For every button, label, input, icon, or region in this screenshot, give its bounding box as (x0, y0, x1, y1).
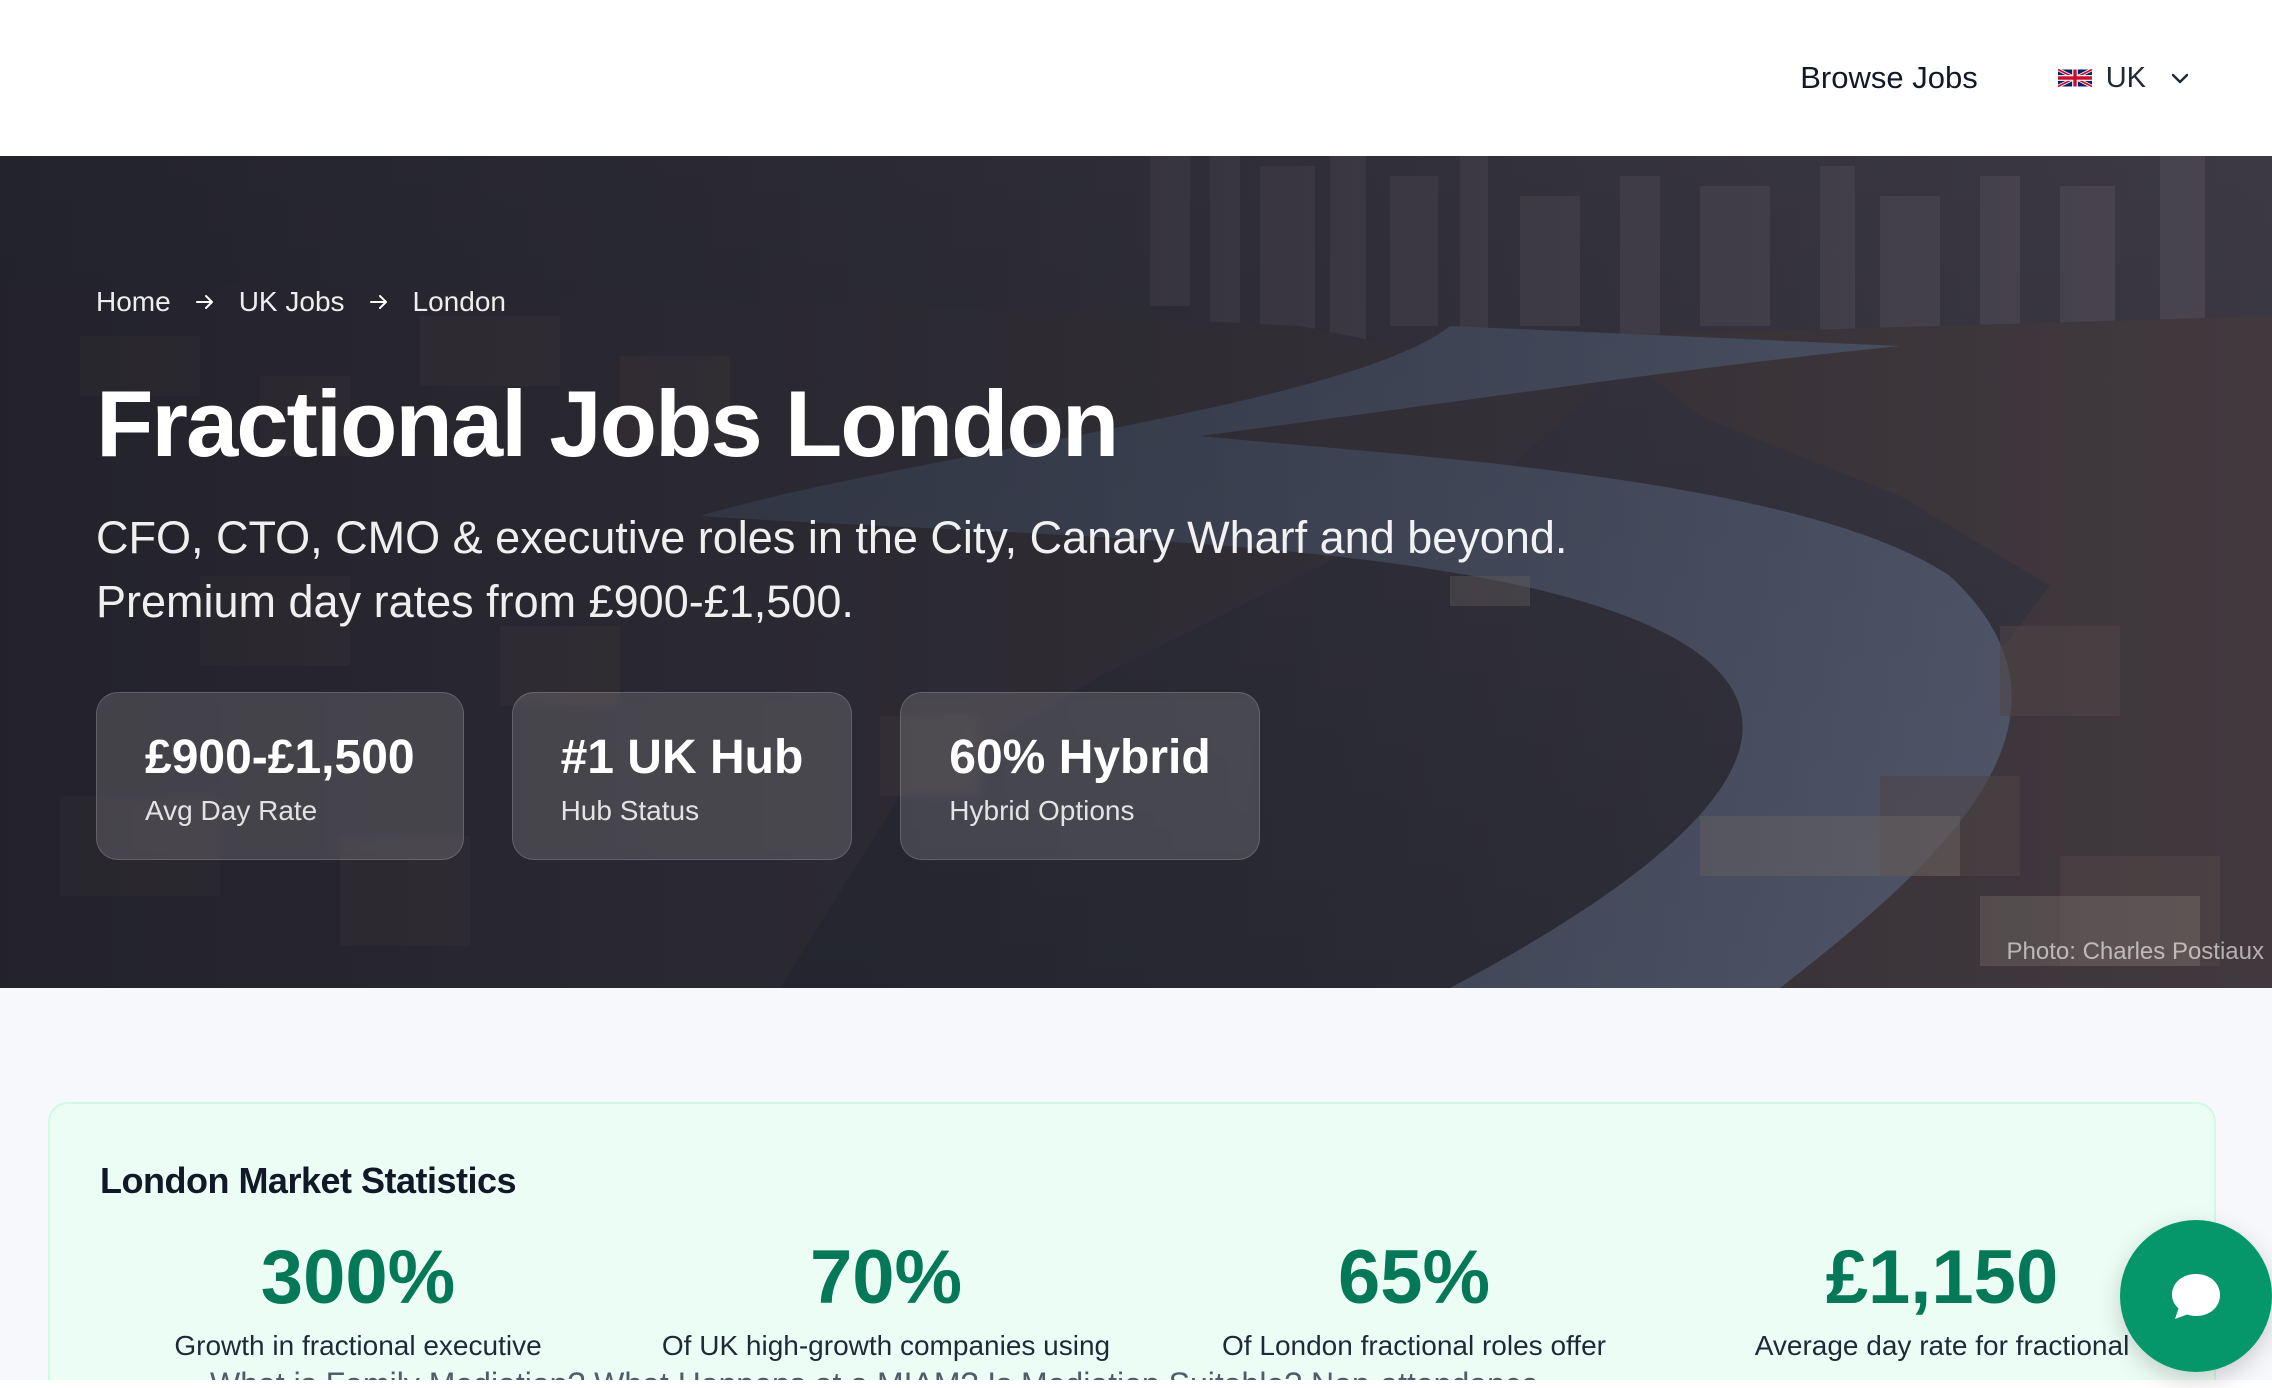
stat-card-day-rate: £900-£1,500 Avg Day Rate (96, 692, 464, 860)
stat-value: £900-£1,500 (145, 731, 415, 784)
photo-credit: Photo: Charles Postiaux (2006, 938, 2264, 965)
metric-description: Of UK high-growth companies using (661, 1330, 1111, 1361)
metric-description: Average day rate for fractional (1754, 1330, 2130, 1361)
metric-growth: 300% Growth in fractional executive (98, 1236, 618, 1362)
metric-value: 65% (1337, 1235, 1491, 1320)
stat-card-hybrid: 60% Hybrid Hybrid Options (900, 692, 1260, 860)
chat-bubble-icon (2172, 1274, 2220, 1319)
market-statistics-panel: London Market Statistics 300% Growth in … (48, 1102, 2216, 1388)
hero-subtitle-line-1: CFO, CTO, CMO & executive roles in the C… (96, 512, 1568, 563)
breadcrumb: Home UK Jobs London (96, 286, 506, 318)
locale-label: UK (2105, 61, 2146, 94)
bottom-edge (0, 1380, 2272, 1388)
metric-roles: 65% Of London fractional roles offer (1154, 1236, 1674, 1362)
top-nav: Browse Jobs UK (0, 0, 2272, 156)
breadcrumb-london: London (412, 286, 506, 317)
breadcrumb-home[interactable]: Home (96, 286, 171, 318)
chevron-down-icon (2171, 73, 2189, 84)
stat-label: Hybrid Options (949, 795, 1135, 826)
metric-description: Growth in fractional executive (174, 1330, 542, 1361)
metric-value: 300% (260, 1235, 456, 1320)
page: Browse Jobs UK Home UK Jobs London Fract… (0, 0, 2272, 1388)
chat-button[interactable] (2120, 1220, 2272, 1372)
arrow-right-icon (369, 295, 387, 309)
hero-stat-cards: £900-£1,500 Avg Day Rate #1 UK Hub Hub S… (96, 692, 1260, 860)
metric-value: 70% (809, 1235, 963, 1320)
hero-subtitle: CFO, CTO, CMO & executive roles in the C… (96, 506, 1696, 634)
market-statistics-title: London Market Statistics (100, 1160, 517, 1201)
stat-value: #1 UK Hub (560, 731, 804, 784)
arrow-right-icon (195, 295, 213, 309)
browse-jobs-link[interactable]: Browse Jobs (1800, 60, 1977, 96)
metric-companies: 70% Of UK high-growth companies using (626, 1236, 1146, 1362)
hero-subtitle-line-2: Premium day rates from £900-£1,500. (96, 576, 854, 627)
breadcrumb-uk-jobs[interactable]: UK Jobs (239, 286, 345, 318)
page-title: Fractional Jobs London (96, 371, 1119, 476)
stat-label: Avg Day Rate (145, 795, 318, 826)
metric-description: Of London fractional roles offer (1222, 1330, 1606, 1361)
stat-value: 60% Hybrid (949, 731, 1211, 784)
locale-selector[interactable]: UK (2057, 61, 2192, 95)
hero-section: Home UK Jobs London Fractional Jobs Lond… (0, 156, 2272, 988)
stat-card-hub-status: #1 UK Hub Hub Status (511, 692, 853, 860)
stat-label: Hub Status (560, 795, 700, 826)
uk-flag-icon (2057, 67, 2092, 89)
